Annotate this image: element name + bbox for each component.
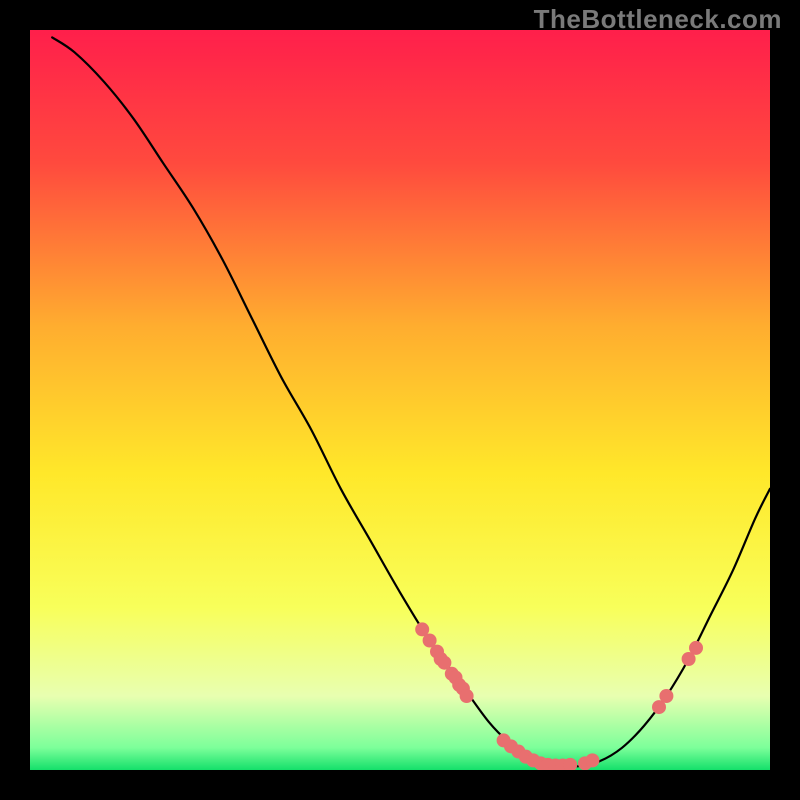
gradient-background [30,30,770,770]
chart-frame: TheBottleneck.com [0,0,800,800]
data-point [460,689,474,703]
data-point [585,753,599,767]
plot-area [30,30,770,770]
chart-svg [30,30,770,770]
data-point [689,641,703,655]
data-point [659,689,673,703]
